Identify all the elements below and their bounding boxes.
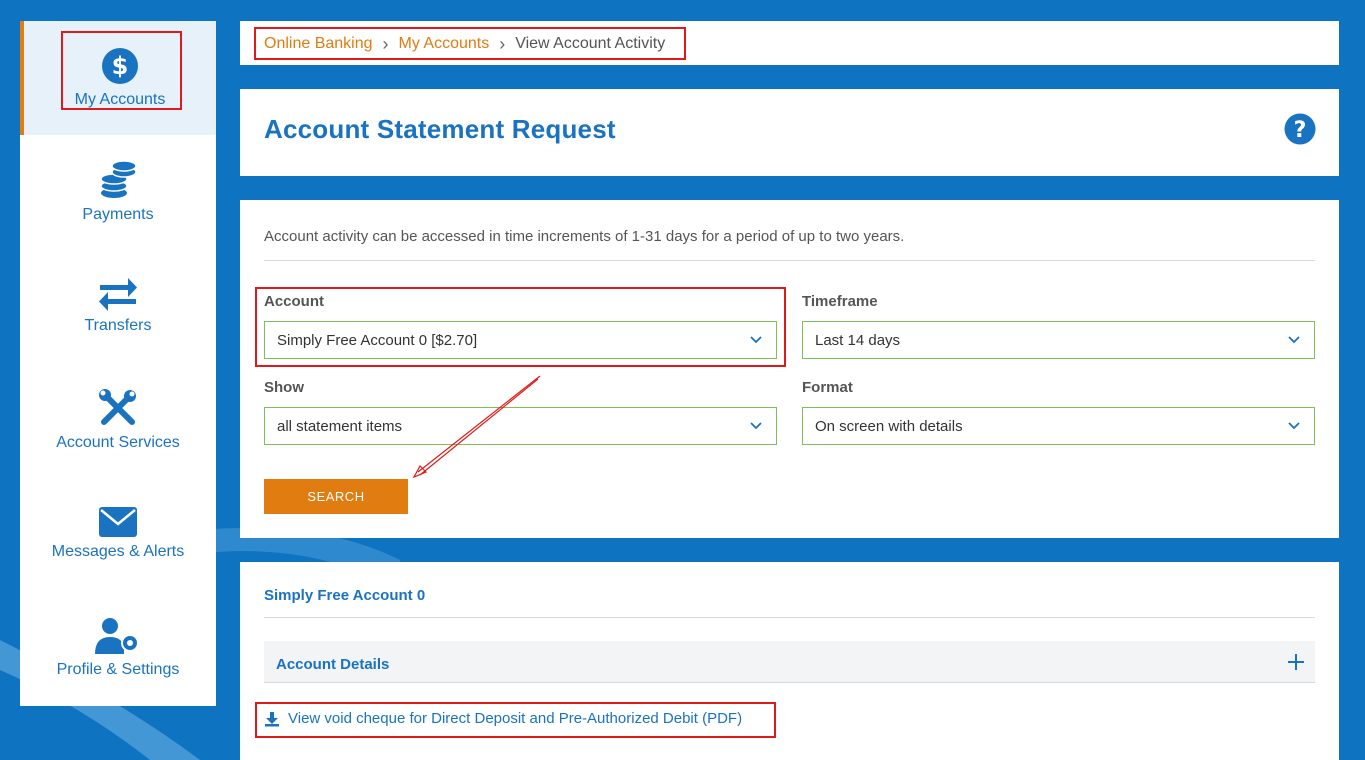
divider — [264, 617, 1315, 618]
format-label: Format — [802, 379, 853, 396]
breadcrumb-current: View Account Activity — [515, 35, 666, 52]
plus-icon — [1288, 654, 1304, 670]
sidebar-item-transfers[interactable]: Transfers — [20, 249, 216, 363]
intro-text: Account activity can be accessed in time… — [264, 228, 905, 245]
user-gear-icon — [95, 618, 139, 654]
sidebar-item-label: Profile & Settings — [56, 661, 180, 678]
void-cheque-link-text: View void cheque for Direct Deposit and … — [288, 710, 743, 727]
chevron-down-icon — [1288, 422, 1300, 430]
dollar-circle-icon: $ — [102, 48, 138, 84]
tools-icon — [99, 389, 136, 425]
chevron-down-icon — [750, 422, 762, 430]
breadcrumb-my-accounts[interactable]: My Accounts — [399, 35, 490, 53]
account-select[interactable]: Simply Free Account 0 [$2.70] — [264, 321, 777, 359]
sidebar-item-my-accounts[interactable]: $ My Accounts — [20, 21, 216, 135]
show-select[interactable]: all statement items — [264, 407, 777, 445]
show-select-value: all statement items — [277, 417, 403, 435]
search-button[interactable]: SEARCH — [264, 479, 408, 514]
sidebar-item-payments[interactable]: Payments — [20, 135, 216, 249]
breadcrumb: Online Banking › My Accounts › View Acco… — [264, 30, 665, 58]
sidebar-item-label: Payments — [82, 206, 154, 223]
account-select-value: Simply Free Account 0 [$2.70] — [277, 331, 478, 349]
sidebar-item-label: Messages & Alerts — [51, 543, 185, 560]
sidebar-item-messages-alerts[interactable]: Messages & Alerts — [20, 477, 216, 591]
sidebar-item-account-services[interactable]: Account Services — [20, 363, 216, 477]
chevron-right-icon: › — [499, 33, 506, 54]
sidebar-nav: $ My Accounts Payments Transfers Account… — [20, 21, 216, 706]
sidebar-item-label: My Accounts — [74, 91, 166, 108]
account-name-heading: Simply Free Account 0 — [264, 587, 426, 604]
coins-icon — [100, 160, 137, 198]
sidebar-item-label: Account Services — [56, 434, 180, 451]
account-label: Account — [264, 293, 324, 310]
account-details-label: Account Details — [276, 656, 390, 673]
format-select[interactable]: On screen with details — [802, 407, 1315, 445]
breadcrumb-online-banking[interactable]: Online Banking — [264, 35, 373, 53]
question-circle-icon[interactable]: ? — [1284, 113, 1316, 145]
sidebar-item-label: Transfers — [84, 317, 152, 334]
sidebar-item-profile-settings[interactable]: Profile & Settings — [20, 591, 216, 705]
timeframe-select[interactable]: Last 14 days — [802, 321, 1315, 359]
chevron-down-icon — [1288, 336, 1300, 344]
timeframe-label: Timeframe — [802, 293, 878, 310]
chevron-right-icon: › — [382, 33, 389, 54]
timeframe-select-value: Last 14 days — [815, 331, 901, 349]
divider — [264, 260, 1315, 261]
svg-text:?: ? — [1294, 118, 1307, 143]
format-select-value: On screen with details — [815, 417, 963, 435]
chevron-down-icon — [750, 336, 762, 344]
download-icon — [265, 711, 279, 726]
page-title: Account Statement Request — [264, 114, 616, 144]
envelope-icon — [99, 507, 137, 537]
void-cheque-link[interactable]: View void cheque for Direct Deposit and … — [264, 710, 742, 727]
account-details-toggle[interactable]: Account Details — [264, 641, 1315, 683]
show-label: Show — [264, 379, 304, 396]
svg-text:$: $ — [112, 52, 129, 80]
transfer-arrows-icon — [99, 278, 137, 311]
